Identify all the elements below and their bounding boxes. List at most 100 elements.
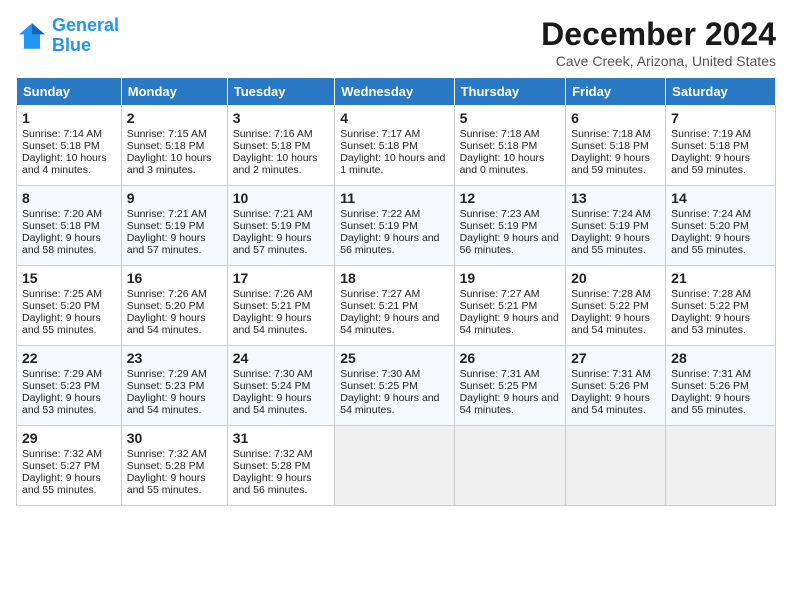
daylight-text: Daylight: 9 hours and 54 minutes. [460,392,559,416]
sunset-text: Sunset: 5:18 PM [127,140,205,152]
calendar-cell: 1Sunrise: 7:14 AMSunset: 5:18 PMDaylight… [17,106,122,186]
calendar-week-row: 8Sunrise: 7:20 AMSunset: 5:18 PMDaylight… [17,186,776,266]
calendar-week-row: 15Sunrise: 7:25 AMSunset: 5:20 PMDayligh… [17,266,776,346]
sunset-text: Sunset: 5:20 PM [671,220,749,232]
daylight-text: Daylight: 10 hours and 2 minutes. [233,152,318,176]
sunset-text: Sunset: 5:26 PM [671,380,749,392]
sunset-text: Sunset: 5:21 PM [460,300,538,312]
calendar-cell: 10Sunrise: 7:21 AMSunset: 5:19 PMDayligh… [227,186,335,266]
sunrise-text: Sunrise: 7:31 AM [571,368,651,380]
day-number: 30 [127,430,222,446]
sunset-text: Sunset: 5:19 PM [460,220,538,232]
calendar-cell: 29Sunrise: 7:32 AMSunset: 5:27 PMDayligh… [17,426,122,506]
daylight-text: Daylight: 9 hours and 55 minutes. [127,472,206,496]
calendar-cell [666,426,776,506]
calendar-cell: 21Sunrise: 7:28 AMSunset: 5:22 PMDayligh… [666,266,776,346]
calendar-cell: 3 Sunrise: 7:16 AMSunset: 5:18 PMDaylight… [227,106,335,186]
calendar-cell: 4Sunrise: 7:17 AMSunset: 5:18 PMDaylight… [335,106,454,186]
calendar-week-row: 1Sunrise: 7:14 AMSunset: 5:18 PMDaylight… [17,106,776,186]
month-title: December 2024 [541,16,776,53]
day-number: 19 [460,270,560,286]
daylight-text: Daylight: 9 hours and 53 minutes. [671,312,750,336]
calendar-cell: 27Sunrise: 7:31 AMSunset: 5:26 PMDayligh… [566,346,666,426]
calendar-cell: 7Sunrise: 7:19 AMSunset: 5:18 PMDaylight… [666,106,776,186]
header-monday: Monday [121,78,227,106]
sunrise-text: Sunrise: 7:18 AM [571,128,651,140]
calendar-header-row: SundayMondayTuesdayWednesdayThursdayFrid… [17,78,776,106]
daylight-text: Daylight: 9 hours and 55 minutes. [671,232,750,256]
sunrise-text: Sunrise: 7:28 AM [671,288,751,300]
sunrise-text: Sunrise: 7:32 AM [127,448,207,460]
daylight-text: Daylight: 9 hours and 54 minutes. [571,392,650,416]
daylight-text: Daylight: 9 hours and 54 minutes. [460,312,559,336]
day-number: 15 [22,270,116,286]
sunset-text: Sunset: 5:18 PM [22,140,100,152]
sunrise-text: Sunrise: 7:30 AM [340,368,420,380]
sunrise-text: Sunrise: 7:31 AM [460,368,540,380]
daylight-text: Daylight: 9 hours and 54 minutes. [340,392,439,416]
sunrise-text: Sunrise: 7:22 AM [340,208,420,220]
daylight-text: Daylight: 9 hours and 55 minutes. [22,312,101,336]
daylight-text: Daylight: 9 hours and 59 minutes. [671,152,750,176]
sunset-text: Sunset: 5:22 PM [671,300,749,312]
calendar-cell: 16Sunrise: 7:26 AMSunset: 5:20 PMDayligh… [121,266,227,346]
sunset-text: Sunset: 5:26 PM [571,380,649,392]
daylight-text: Daylight: 9 hours and 58 minutes. [22,232,101,256]
sunrise-text: Sunrise: 7:16 AM [233,128,313,140]
day-number: 5 [460,110,560,126]
title-block: December 2024 Cave Creek, Arizona, Unite… [541,16,776,69]
day-number: 17 [233,270,330,286]
day-number: 6 [571,110,660,126]
daylight-text: Daylight: 9 hours and 53 minutes. [22,392,101,416]
day-number: 25 [340,350,448,366]
daylight-text: Daylight: 9 hours and 54 minutes. [127,392,206,416]
day-number: 29 [22,430,116,446]
daylight-text: Daylight: 9 hours and 54 minutes. [127,312,206,336]
calendar-cell: 19Sunrise: 7:27 AMSunset: 5:21 PMDayligh… [454,266,565,346]
sunset-text: Sunset: 5:20 PM [22,300,100,312]
daylight-text: Daylight: 9 hours and 54 minutes. [571,312,650,336]
calendar-week-row: 22Sunrise: 7:29 AMSunset: 5:23 PMDayligh… [17,346,776,426]
daylight-text: Daylight: 9 hours and 55 minutes. [671,392,750,416]
calendar-cell: 22Sunrise: 7:29 AMSunset: 5:23 PMDayligh… [17,346,122,426]
calendar-cell: 11Sunrise: 7:22 AMSunset: 5:19 PMDayligh… [335,186,454,266]
sunset-text: Sunset: 5:25 PM [460,380,538,392]
sunrise-text: Sunrise: 7:19 AM [671,128,751,140]
calendar-body: 1Sunrise: 7:14 AMSunset: 5:18 PMDaylight… [17,106,776,506]
sunset-text: Sunset: 5:19 PM [127,220,205,232]
daylight-text: Daylight: 9 hours and 56 minutes. [340,232,439,256]
day-number: 16 [127,270,222,286]
daylight-text: Daylight: 9 hours and 55 minutes. [22,472,101,496]
calendar-cell: 25Sunrise: 7:30 AMSunset: 5:25 PMDayligh… [335,346,454,426]
daylight-text: Daylight: 9 hours and 54 minutes. [340,312,439,336]
logo: General Blue [16,16,119,56]
sunset-text: Sunset: 5:21 PM [340,300,418,312]
sunset-text: Sunset: 5:18 PM [460,140,538,152]
day-number: 13 [571,190,660,206]
calendar-cell: 14Sunrise: 7:24 AMSunset: 5:20 PMDayligh… [666,186,776,266]
sunrise-text: Sunrise: 7:29 AM [127,368,207,380]
daylight-text: Daylight: 9 hours and 55 minutes. [571,232,650,256]
daylight-text: Daylight: 9 hours and 56 minutes. [233,472,312,496]
sunrise-text: Sunrise: 7:14 AM [22,128,102,140]
sunrise-text: Sunrise: 7:21 AM [233,208,313,220]
daylight-text: Daylight: 10 hours and 3 minutes. [127,152,212,176]
header-sunday: Sunday [17,78,122,106]
day-number: 3 [233,110,330,126]
sunrise-text: Sunrise: 7:29 AM [22,368,102,380]
location-subtitle: Cave Creek, Arizona, United States [541,53,776,69]
day-number: 10 [233,190,330,206]
calendar-table: SundayMondayTuesdayWednesdayThursdayFrid… [16,77,776,506]
calendar-cell: 28Sunrise: 7:31 AMSunset: 5:26 PMDayligh… [666,346,776,426]
day-number: 1 [22,110,116,126]
sunrise-text: Sunrise: 7:26 AM [233,288,313,300]
sunset-text: Sunset: 5:18 PM [233,140,311,152]
day-number: 26 [460,350,560,366]
day-number: 20 [571,270,660,286]
calendar-cell: 15Sunrise: 7:25 AMSunset: 5:20 PMDayligh… [17,266,122,346]
sunset-text: Sunset: 5:28 PM [233,460,311,472]
sunrise-text: Sunrise: 7:21 AM [127,208,207,220]
sunrise-text: Sunrise: 7:30 AM [233,368,313,380]
day-number: 12 [460,190,560,206]
sunset-text: Sunset: 5:19 PM [340,220,418,232]
